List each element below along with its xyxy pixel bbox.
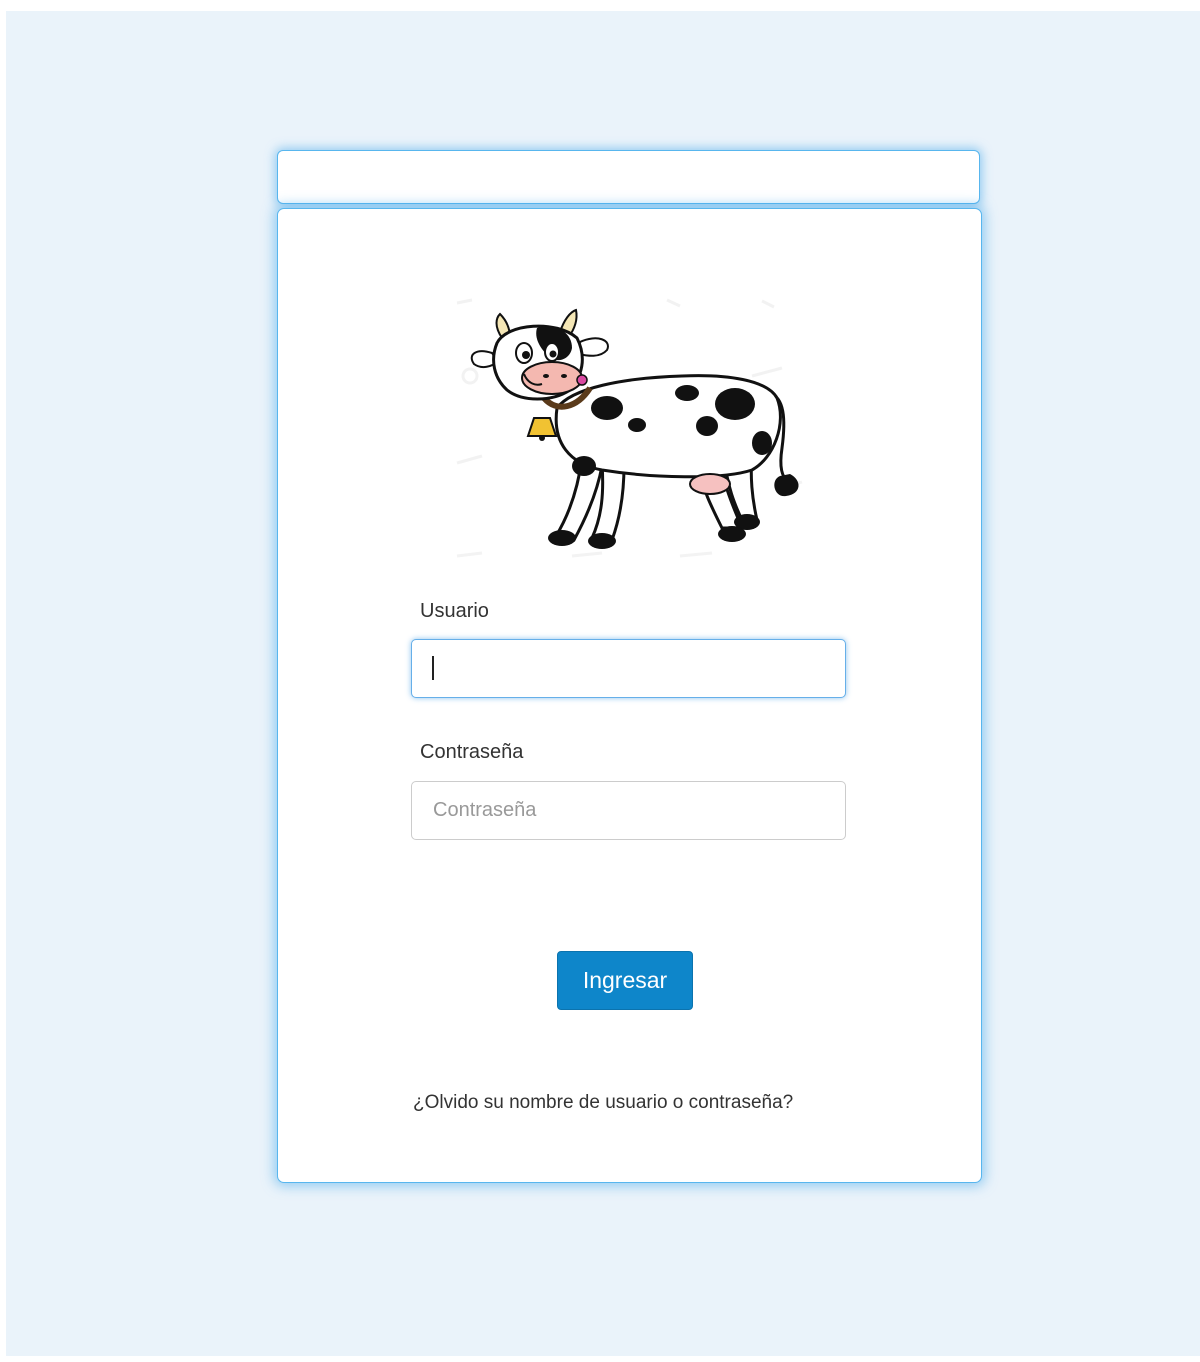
password-label: Contraseña [420, 741, 524, 763]
login-button[interactable]: Ingresar [557, 951, 693, 1010]
forgot-credentials-link[interactable]: ¿Olvido su nombre de usuario o contraseñ… [413, 1092, 793, 1114]
header-card [277, 150, 980, 204]
username-input[interactable] [411, 639, 846, 698]
username-label: Usuario [420, 600, 489, 622]
text-cursor [432, 656, 434, 680]
cow-logo-icon [456, 298, 803, 558]
password-input[interactable] [411, 781, 846, 840]
